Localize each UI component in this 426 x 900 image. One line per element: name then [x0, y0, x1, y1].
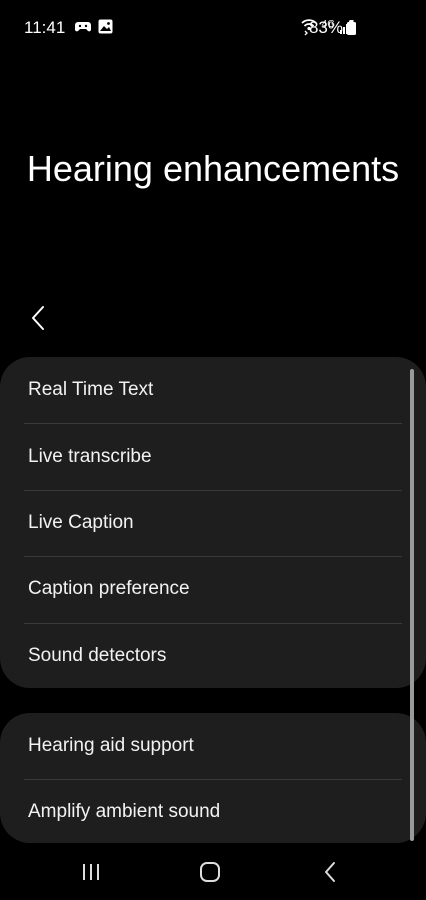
page-title: Hearing enhancements — [26, 148, 400, 189]
back-arrow-icon — [32, 306, 44, 330]
list-item-sound-detectors[interactable]: Sound detectors — [0, 622, 426, 689]
status-left-icons — [74, 19, 113, 35]
status-time: 11:41 — [24, 18, 66, 37]
navigation-bar — [0, 844, 426, 900]
list-item-label: Amplify ambient sound — [28, 801, 221, 822]
status-bar: 11:41 4G 83% — [0, 0, 426, 56]
list-item-label: Hearing aid support — [28, 735, 194, 756]
list-item-real-time-text[interactable]: Real Time Text — [0, 357, 426, 423]
list-item-live-transcribe[interactable]: Live transcribe — [0, 423, 426, 489]
settings-group-2: Hearing aid support Amplify ambient soun… — [0, 713, 426, 843]
list-item-label: Live Caption — [28, 511, 134, 533]
nav-back-button[interactable] — [310, 854, 350, 890]
game-controller-icon — [75, 22, 91, 32]
list-item-caption-preference[interactable]: Caption preference — [0, 556, 426, 622]
home-icon — [200, 862, 220, 882]
screen: 11:41 4G 83% Hearing enhancements Real T… — [0, 0, 426, 900]
back-button[interactable] — [22, 300, 54, 336]
home-button[interactable] — [190, 854, 230, 890]
settings-group-1: Real Time Text Live transcribe Live Capt… — [0, 357, 426, 688]
list-item-label: Sound detectors — [28, 644, 167, 666]
list-item-amplify-ambient-sound[interactable]: Amplify ambient sound — [0, 779, 426, 845]
list-item-hearing-aid-support[interactable]: Hearing aid support — [0, 713, 426, 779]
list-item-label: Caption preference — [28, 578, 190, 600]
recent-apps-button[interactable] — [71, 854, 111, 890]
battery-percent: 83% — [308, 18, 343, 37]
list-item-label: Live transcribe — [28, 445, 152, 467]
recent-apps-icon — [83, 864, 99, 880]
nav-back-icon — [325, 862, 335, 882]
gallery-icon — [98, 19, 113, 34]
battery-icon — [347, 20, 356, 35]
scrollbar[interactable] — [410, 369, 414, 841]
list-item-live-caption[interactable]: Live Caption — [0, 489, 426, 556]
list-item-label: Real Time Text — [28, 379, 154, 401]
